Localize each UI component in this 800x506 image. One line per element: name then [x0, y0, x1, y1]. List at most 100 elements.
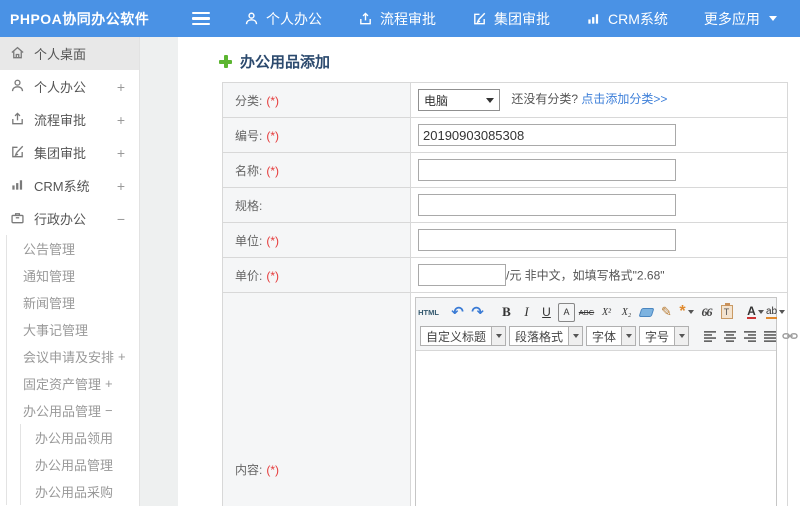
- topnav-personal-office[interactable]: 个人办公: [244, 9, 322, 29]
- sidebar-item-supplies-manage[interactable]: 办公用品管理: [21, 451, 139, 478]
- sidebar-item-supplies-purchase[interactable]: 办公用品采购: [21, 478, 139, 505]
- insert-link-button[interactable]: [781, 327, 798, 346]
- main-content: 办公用品添加 分类: (*) 电脑 还没有分类? 点击添加分类>> 编号: (*) …: [178, 37, 800, 506]
- undo-button[interactable]: ↶: [449, 303, 466, 322]
- underline-button[interactable]: U: [538, 303, 555, 322]
- sidebar-item-meeting-mgmt[interactable]: 会议申请及安排 +: [7, 343, 139, 370]
- supplies-submenu: 办公用品领用 办公用品管理 办公用品采购: [20, 424, 139, 505]
- expand-toggle[interactable]: +: [117, 112, 125, 128]
- font-color-button[interactable]: A: [747, 303, 764, 322]
- highlight-color-button[interactable]: ab: [765, 303, 786, 322]
- add-category-link[interactable]: 点击添加分类>>: [581, 92, 667, 106]
- caret-down-icon: [768, 16, 777, 21]
- price-input[interactable]: [418, 264, 506, 286]
- align-center-button[interactable]: [721, 327, 738, 346]
- sidebar-item-desktop[interactable]: 个人桌面: [0, 37, 139, 70]
- align-left-button[interactable]: [701, 327, 718, 346]
- caret-down-icon: [491, 327, 506, 345]
- user-icon: [10, 78, 25, 96]
- collapse-toggle[interactable]: −: [117, 211, 125, 227]
- superscript-button[interactable]: X²: [598, 303, 615, 322]
- sidebar-item-announcement-mgmt[interactable]: 公告管理: [7, 235, 139, 262]
- sidebar-item-events-mgmt[interactable]: 大事记管理: [7, 316, 139, 343]
- briefcase-icon: [10, 210, 25, 228]
- sidebar: 个人桌面 个人办公 + 流程审批 + 集团审批 + CRM系统 + 行政办公 −…: [0, 37, 140, 506]
- redo-button[interactable]: ↷: [469, 303, 486, 322]
- name-input[interactable]: [418, 159, 676, 181]
- price-note: /元 非中文，如填写格式"2.68": [506, 268, 665, 283]
- expand-toggle[interactable]: +: [117, 79, 125, 95]
- hamburger-menu-icon[interactable]: [192, 11, 210, 26]
- magic-icon: *: [679, 303, 686, 320]
- font-size-dropdown[interactable]: 字号: [639, 326, 690, 346]
- italic-button[interactable]: I: [518, 303, 535, 322]
- html-source-button[interactable]: HTML: [418, 303, 439, 322]
- top-nav: 个人办公 流程审批 集团审批 CRM系统 更多应用: [244, 9, 777, 29]
- topnav-crm[interactable]: CRM系统: [586, 9, 668, 29]
- align-justify-button[interactable]: [761, 327, 778, 346]
- content-label: 内容: (*): [222, 292, 411, 506]
- page-title: 办公用品添加: [219, 51, 330, 72]
- clipboard-icon: T: [720, 303, 733, 319]
- expand-toggle[interactable]: +: [117, 145, 125, 161]
- flow-approve-icon: [358, 11, 373, 26]
- align-right-button[interactable]: [741, 327, 758, 346]
- edit-approve-icon: [10, 144, 25, 162]
- expand-toggle[interactable]: +: [105, 376, 113, 391]
- unit-label: 单位: (*): [222, 222, 411, 258]
- code-label: 编号: (*): [222, 117, 411, 153]
- sidebar-item-group-approval[interactable]: 集团审批 +: [0, 136, 139, 169]
- expand-toggle[interactable]: +: [118, 349, 126, 364]
- eraser-icon: [638, 307, 655, 317]
- home-icon: [10, 45, 25, 63]
- bold-button[interactable]: B: [498, 303, 515, 322]
- spec-input[interactable]: [418, 194, 676, 216]
- required-mark: (*): [266, 268, 280, 283]
- auto-typeset-button[interactable]: *: [678, 303, 695, 322]
- topnav-flow-approval[interactable]: 流程审批: [358, 9, 436, 29]
- category-select[interactable]: 电脑: [418, 89, 500, 111]
- price-label: 单价: (*): [222, 257, 411, 293]
- expand-toggle[interactable]: +: [117, 178, 125, 194]
- code-input[interactable]: [418, 124, 676, 146]
- sidebar-item-news-mgmt[interactable]: 新闻管理: [7, 289, 139, 316]
- remove-format-button[interactable]: [638, 303, 655, 322]
- required-mark: (*): [266, 163, 280, 178]
- sidebar-item-flow-approval[interactable]: 流程审批 +: [0, 103, 139, 136]
- topnav-more-apps[interactable]: 更多应用: [704, 9, 777, 29]
- bar-chart-icon: [10, 177, 25, 195]
- editor-toolbar: HTML ↶ ↷ B I U A ABC X² X₂ ✎ * 66 T A ab…: [416, 298, 798, 351]
- flow-approve-icon: [10, 111, 25, 129]
- subscript-button[interactable]: X₂: [618, 303, 635, 322]
- caret-down-icon: [779, 310, 786, 314]
- editor-content-area[interactable]: [416, 351, 776, 506]
- sidebar-item-supplies-mgmt[interactable]: 办公用品管理 −: [7, 397, 139, 424]
- collapse-toggle[interactable]: −: [105, 403, 113, 418]
- sidebar-item-asset-mgmt[interactable]: 固定资产管理 +: [7, 370, 139, 397]
- edit-approve-icon: [472, 11, 487, 26]
- sidebar-item-supplies-requisition[interactable]: 办公用品领用: [21, 424, 139, 451]
- font-border-button[interactable]: A: [558, 302, 575, 322]
- format-painter-button[interactable]: ✎: [658, 303, 675, 322]
- font-family-dropdown[interactable]: 字体: [586, 326, 637, 346]
- rich-text-editor: HTML ↶ ↷ B I U A ABC X² X₂ ✎ * 66 T A ab…: [415, 297, 798, 506]
- custom-title-dropdown[interactable]: 自定义标题: [420, 326, 507, 346]
- blockquote-button[interactable]: 66: [698, 303, 715, 322]
- sidebar-item-personal-office[interactable]: 个人办公 +: [0, 70, 139, 103]
- unit-input[interactable]: [418, 229, 676, 251]
- sidebar-item-notice-mgmt[interactable]: 通知管理: [7, 262, 139, 289]
- admin-office-submenu: 公告管理 通知管理 新闻管理 大事记管理 会议申请及安排 + 固定资产管理 + 办公…: [6, 235, 139, 505]
- category-label: 分类: (*): [222, 82, 411, 118]
- sidebar-item-admin-office[interactable]: 行政办公 −: [0, 202, 139, 235]
- sidebar-item-crm[interactable]: CRM系统 +: [0, 169, 139, 202]
- strikethrough-button[interactable]: ABC: [578, 303, 595, 322]
- form-row-unit: 单位: (*): [222, 222, 788, 258]
- user-icon: [244, 11, 259, 26]
- topnav-group-approval[interactable]: 集团审批: [472, 9, 550, 29]
- bar-chart-icon: [586, 11, 601, 26]
- caret-down-icon: [486, 97, 494, 103]
- paragraph-format-dropdown[interactable]: 段落格式: [509, 326, 584, 346]
- top-bar: PHPOA协同办公软件 个人办公 流程审批 集团审批 CRM系统 更多应用: [0, 0, 800, 37]
- paste-plain-button[interactable]: T: [718, 303, 735, 322]
- category-note: 还没有分类?: [511, 92, 579, 107]
